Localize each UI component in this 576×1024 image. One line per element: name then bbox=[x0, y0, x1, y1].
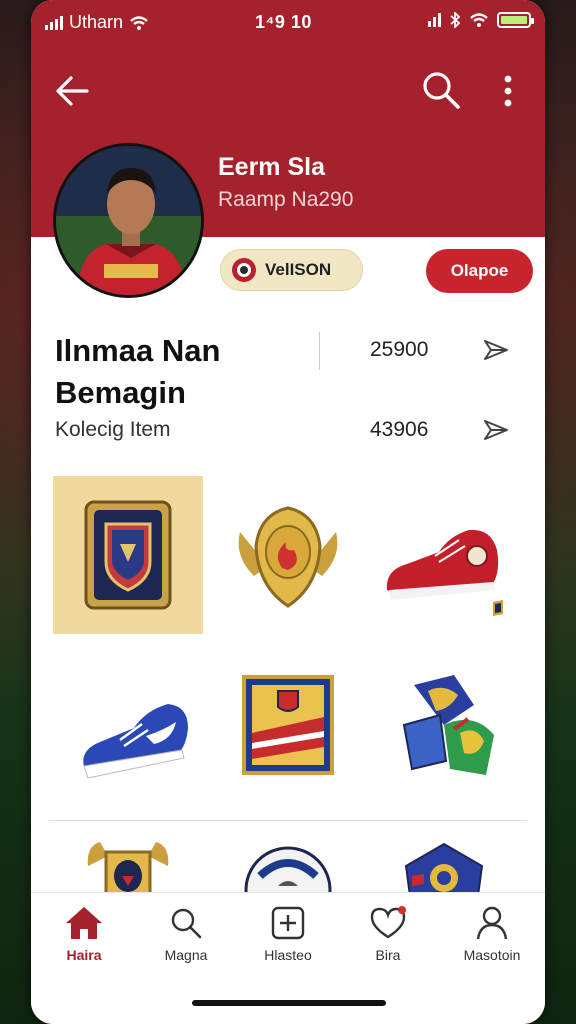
wifi-right-icon bbox=[470, 13, 488, 27]
stat1-arrow-button[interactable] bbox=[479, 333, 513, 367]
collection-item[interactable] bbox=[213, 476, 363, 634]
player-photo-icon bbox=[56, 146, 201, 295]
home-indicator[interactable] bbox=[192, 1000, 386, 1006]
home-icon bbox=[66, 907, 102, 939]
collection-item[interactable] bbox=[61, 646, 211, 804]
blue-shield-icon bbox=[404, 842, 484, 892]
more-vertical-icon bbox=[504, 75, 512, 107]
collection-item[interactable] bbox=[53, 836, 203, 892]
more-options-button[interactable] bbox=[493, 70, 523, 112]
back-arrow-icon bbox=[56, 76, 89, 106]
stat-value-1: 25900 bbox=[370, 338, 429, 361]
blue-sneaker-icon bbox=[83, 704, 188, 779]
search-icon bbox=[423, 72, 460, 109]
cell-signal-icon bbox=[428, 13, 441, 27]
collection-item[interactable] bbox=[53, 476, 203, 634]
collection-title-line2: Bemagin bbox=[55, 375, 186, 410]
battery-icon bbox=[497, 12, 534, 28]
search-icon bbox=[171, 908, 202, 939]
collection-item[interactable] bbox=[369, 836, 519, 892]
send-arrow-icon bbox=[484, 420, 508, 440]
profile-name: Eerm Sla bbox=[218, 153, 326, 181]
bluetooth-icon bbox=[450, 12, 461, 28]
grid-divider bbox=[49, 820, 527, 821]
title-divider bbox=[319, 332, 320, 370]
collection-item[interactable] bbox=[369, 476, 519, 634]
collection-title: Ilnmaa Nan Bemagin bbox=[55, 330, 220, 414]
football-icon bbox=[244, 846, 332, 892]
flag-emblem-icon bbox=[242, 675, 334, 775]
app-screen: Utharn 1⁴9 10 Eerm Sla Raamp Na290 VelIS… bbox=[31, 0, 545, 1024]
profile-action-button[interactable]: Olapoe bbox=[426, 249, 533, 293]
send-arrow-icon bbox=[484, 340, 508, 360]
profile-subtitle: Raamp Na290 bbox=[218, 188, 354, 211]
parrot-kit-icon bbox=[402, 675, 494, 775]
nav-label-search: Magna bbox=[164, 947, 208, 963]
crest-shield-icon bbox=[84, 500, 172, 610]
club-badge[interactable]: VelISON bbox=[220, 249, 363, 291]
status-time: 1⁴9 10 bbox=[255, 12, 312, 32]
add-icon bbox=[271, 906, 305, 940]
nav-item-search[interactable]: Magna bbox=[141, 905, 231, 975]
profile-icon bbox=[476, 906, 508, 940]
collection-title-line1: Ilnmaa Nan bbox=[55, 333, 221, 368]
signal-icon bbox=[45, 15, 63, 30]
gold-badge-icon bbox=[238, 506, 338, 608]
nav-item-home[interactable]: Haira bbox=[39, 905, 129, 975]
nav-label-home: Haira bbox=[66, 947, 102, 963]
collection-item[interactable] bbox=[213, 646, 363, 804]
stat-value-2: 43906 bbox=[370, 418, 429, 441]
heart-icon bbox=[370, 906, 406, 939]
wifi-icon bbox=[130, 15, 148, 30]
status-left: Utharn bbox=[45, 12, 149, 33]
stat2-arrow-button[interactable] bbox=[479, 413, 513, 447]
status-bar: Utharn 1⁴9 10 bbox=[31, 0, 545, 44]
collection-item[interactable] bbox=[369, 646, 519, 804]
back-button[interactable] bbox=[51, 70, 93, 112]
collection-item[interactable] bbox=[213, 836, 363, 892]
status-right bbox=[428, 12, 534, 28]
search-button[interactable] bbox=[419, 68, 463, 112]
red-sneaker-icon bbox=[386, 529, 503, 616]
nav-item-add[interactable]: Hlasteo bbox=[243, 905, 333, 975]
avatar[interactable] bbox=[53, 143, 204, 298]
club-badge-label: VelISON bbox=[265, 260, 332, 279]
nav-label-favorites: Bira bbox=[375, 947, 401, 963]
carrier-label: Utharn bbox=[69, 12, 124, 32]
nav-item-favorites[interactable]: Bira bbox=[343, 905, 433, 975]
nav-label-add: Hlasteo bbox=[264, 947, 312, 963]
nav-label-profile: Masotoin bbox=[463, 947, 521, 963]
collection-label: Kolecig Item bbox=[55, 418, 171, 441]
club-crest-icon bbox=[232, 258, 256, 282]
gold-crest-icon bbox=[87, 842, 169, 892]
nav-item-profile[interactable]: Masotoin bbox=[447, 905, 537, 975]
